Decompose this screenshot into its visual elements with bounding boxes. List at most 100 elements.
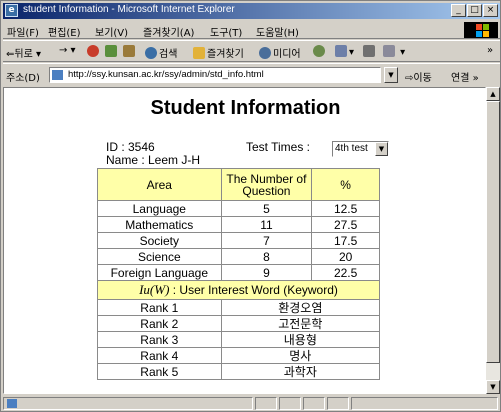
browser-window: e student Information - Microsoft Intern… (0, 0, 501, 412)
go-button[interactable]: ⇨이동 (405, 69, 432, 84)
rank-label: Rank 2 (97, 315, 222, 332)
scroll-up-icon[interactable]: ▲ (486, 87, 500, 101)
address-dropdown-icon[interactable]: ▼ (384, 67, 398, 83)
menu-favorites[interactable]: 즐겨찾기(A) (143, 24, 194, 39)
interest-symbol: Iu(W) (139, 282, 170, 297)
menu-view[interactable]: 보기(V) (95, 24, 128, 39)
toolbar-chevron[interactable]: » (487, 45, 493, 56)
menu-edit[interactable]: 편집(E) (48, 24, 81, 39)
close-button[interactable]: × (483, 4, 498, 17)
status-bar (3, 396, 500, 411)
table-row: Science 8 20 (97, 248, 380, 265)
history-button[interactable] (313, 45, 327, 58)
favorites-icon (193, 47, 205, 59)
rank-row: Rank 2 고전문학 (97, 315, 381, 332)
table-row: Language 5 12.5 (97, 200, 380, 217)
search-button[interactable]: 검색 (145, 45, 177, 60)
interest-word-header-row: Iu(W) : User Interest Word (Keyword) (97, 280, 380, 300)
student-name: Name : Leem J-H (106, 153, 201, 167)
address-label: 주소(D) (6, 73, 40, 84)
print-icon (363, 45, 375, 57)
score-table: Area The Number of Question % Language 5… (97, 168, 381, 380)
address-url: http://ssy.kunsan.ac.kr/ssy/admin/std_in… (68, 69, 264, 80)
header-percent: % (311, 168, 380, 201)
favorites-button[interactable]: 즐겨찾기 (193, 45, 244, 60)
rank-label: Rank 3 (97, 331, 222, 348)
toolbar: ⇐뒤로 ▾ → ▾ 검색 즐겨찾기 미디어 ▾ ▾ » (3, 40, 500, 62)
scroll-thumb[interactable] (486, 101, 500, 363)
ie-icon: e (5, 4, 18, 17)
test-times-value: 4th test (335, 143, 368, 154)
mail-button[interactable]: ▾ (335, 45, 354, 58)
rank-keyword: 명사 (220, 347, 381, 364)
media-icon (259, 47, 271, 59)
page-viewport: Student Information ID : 3546 Name : Lee… (3, 87, 486, 394)
address-bar: 주소(D) http://ssy.kunsan.ac.kr/ssy/admin/… (3, 63, 500, 85)
scroll-down-icon[interactable]: ▼ (486, 380, 500, 394)
zone-indicator (351, 397, 498, 410)
area-cell: Foreign Language (97, 264, 222, 281)
media-button[interactable]: 미디어 (259, 45, 301, 60)
header-area: Area (97, 168, 222, 201)
percent-cell: 12.5 (311, 200, 380, 217)
status-text (3, 397, 253, 410)
percent-cell: 27.5 (311, 216, 380, 233)
rank-keyword: 고전문학 (220, 315, 381, 332)
stop-button[interactable] (87, 45, 101, 58)
table-row: Society 7 17.5 (97, 232, 380, 249)
menu-tools[interactable]: 도구(T) (210, 24, 242, 39)
table-row: Foreign Language 9 22.5 (97, 264, 380, 281)
home-button[interactable] (123, 45, 137, 58)
table-header-row: Area The Number of Question % (97, 168, 380, 201)
menu-file[interactable]: 파일(F) (7, 24, 39, 39)
links-button[interactable]: 연결 » (451, 69, 479, 84)
stop-icon (87, 45, 99, 57)
student-id: ID : 3546 (106, 140, 155, 154)
menu-bar: 파일(F) 편집(E) 보기(V) 즐겨찾기(A) 도구(T) 도움말(H) (3, 21, 500, 39)
rank-row: Rank 1 환경오염 (97, 299, 381, 316)
maximize-button[interactable]: □ (467, 4, 482, 17)
area-cell: Society (97, 232, 222, 249)
table-row: Mathematics 11 27.5 (97, 216, 380, 233)
rank-row: Rank 3 내용형 (97, 331, 381, 348)
interest-word-header: Iu(W) : User Interest Word (Keyword) (97, 280, 380, 300)
status-cell (327, 397, 349, 410)
print-button[interactable] (363, 45, 377, 58)
rank-keyword: 환경오염 (220, 299, 381, 316)
chevron-down-icon: ▼ (375, 142, 388, 156)
forward-button[interactable]: → ▾ (59, 45, 76, 56)
percent-cell: 17.5 (311, 232, 380, 249)
status-cell (303, 397, 325, 410)
rank-label: Rank 1 (97, 299, 222, 316)
rank-label: Rank 5 (97, 363, 222, 380)
count-cell: 5 (220, 200, 313, 217)
rank-keyword: 과학자 (220, 363, 381, 380)
title-bar: e student Information - Microsoft Intern… (3, 3, 500, 19)
count-cell: 7 (220, 232, 313, 249)
percent-cell: 22.5 (311, 264, 380, 281)
percent-cell: 20 (311, 248, 380, 265)
windows-logo-icon (464, 22, 498, 38)
count-cell: 11 (220, 216, 313, 233)
edit-button[interactable]: ▾ (383, 45, 405, 58)
test-times-select[interactable]: 4th test ▼ (332, 141, 389, 157)
menu-help[interactable]: 도움말(H) (256, 24, 299, 39)
edit-icon (383, 45, 395, 57)
page-title: Student Information (150, 97, 341, 119)
status-cell (255, 397, 277, 410)
test-times-label: Test Times : (246, 140, 311, 154)
back-button[interactable]: ⇐뒤로 ▾ (6, 45, 41, 60)
forward-arrow-icon: → ▾ (59, 45, 76, 56)
vertical-scrollbar[interactable]: ▲ ▼ (486, 87, 500, 394)
search-icon (145, 47, 157, 59)
history-icon (313, 45, 325, 57)
minimize-button[interactable]: _ (451, 4, 466, 17)
status-cell (279, 397, 301, 410)
area-cell: Mathematics (97, 216, 222, 233)
count-cell: 9 (220, 264, 313, 281)
refresh-icon (105, 45, 117, 57)
area-cell: Language (97, 200, 222, 217)
refresh-button[interactable] (105, 45, 119, 58)
address-input[interactable]: http://ssy.kunsan.ac.kr/ssy/admin/std_in… (49, 67, 381, 83)
rank-keyword: 내용형 (220, 331, 381, 348)
